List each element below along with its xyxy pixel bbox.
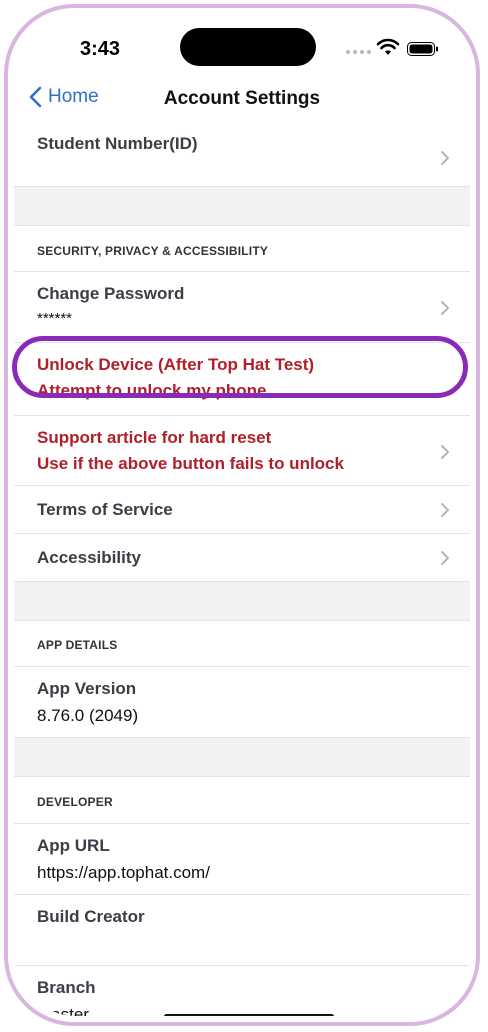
- chevron-right-icon: [441, 301, 449, 315]
- home-indicator: [164, 1014, 334, 1016]
- app-version-row: App Version 8.76.0 (2049): [14, 667, 470, 738]
- developer-section-header: DEVELOPER: [14, 777, 470, 824]
- page-title: Account Settings: [163, 88, 321, 109]
- chevron-right-icon: [441, 445, 449, 459]
- support-article-subtitle: Use if the above button fails to unlock: [37, 454, 344, 473]
- chevron-right-icon: [441, 503, 449, 517]
- accessibility-label: Accessibility: [37, 548, 141, 567]
- build-creator-label: Build Creator: [37, 907, 145, 926]
- terms-of-service-label: Terms of Service: [37, 500, 173, 519]
- change-password-row[interactable]: Change Password ******: [14, 272, 470, 343]
- security-header-text: SECURITY, PRIVACY & ACCESSIBILITY: [37, 244, 269, 258]
- branch-row: Branch master: [14, 966, 470, 1016]
- section-gap: [14, 582, 470, 621]
- dynamic-island: [180, 28, 316, 66]
- section-gap: [14, 738, 470, 777]
- app-url-row: App URL https://app.tophat.com/: [14, 824, 470, 895]
- change-password-label: Change Password: [37, 284, 185, 303]
- app-details-section-header: APP DETAILS: [14, 621, 470, 667]
- wifi-icon: [376, 38, 400, 55]
- battery-icon: [407, 42, 438, 56]
- device-frame: 3:43 Home Account Settings Student Numbe…: [4, 4, 480, 1026]
- screen: 3:43 Home Account Settings Student Numbe…: [14, 14, 470, 1016]
- student-number-label: Student Number(ID): [37, 134, 198, 153]
- terms-of-service-row[interactable]: Terms of Service: [14, 486, 470, 534]
- app-url-label: App URL: [37, 836, 110, 855]
- section-gap: [14, 187, 470, 226]
- developer-header-text: DEVELOPER: [37, 795, 113, 809]
- password-mask: ******: [37, 310, 73, 327]
- support-article-row[interactable]: Support article for hard reset Use if th…: [14, 416, 470, 486]
- security-section-header: SECURITY, PRIVACY & ACCESSIBILITY: [14, 226, 470, 272]
- app-version-value: 8.76.0 (2049): [37, 706, 139, 725]
- chevron-right-icon: [441, 551, 449, 565]
- app-version-label: App Version: [37, 679, 137, 698]
- support-article-label: Support article for hard reset: [37, 428, 272, 447]
- status-time: 3:43: [80, 38, 121, 60]
- branch-label: Branch: [37, 978, 96, 997]
- student-number-row[interactable]: Student Number(ID): [14, 124, 470, 187]
- app-details-header-text: APP DETAILS: [37, 638, 118, 652]
- app-url-value: https://app.tophat.com/: [37, 863, 210, 882]
- build-creator-row: Build Creator: [14, 895, 470, 966]
- accessibility-row[interactable]: Accessibility: [14, 534, 470, 582]
- highlight-outline: [12, 336, 468, 398]
- chevron-right-icon: [441, 151, 449, 165]
- branch-value: master: [37, 1005, 89, 1016]
- cellular-signal-icon: [346, 50, 371, 54]
